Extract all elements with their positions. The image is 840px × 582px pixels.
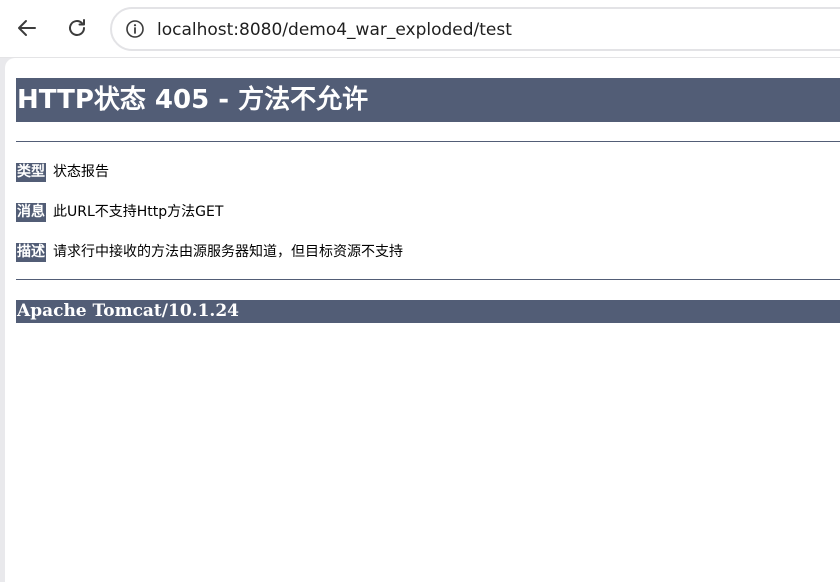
type-value: 状态报告 bbox=[53, 164, 109, 180]
info-icon bbox=[126, 20, 144, 38]
divider bbox=[16, 141, 840, 142]
site-info-button[interactable] bbox=[124, 18, 146, 40]
type-row: 类型 状态报告 bbox=[16, 162, 109, 182]
page-title: HTTP状态 405 - 方法不允许 bbox=[16, 78, 840, 122]
browser-toolbar: localhost:8080/demo4_war_exploded/test bbox=[0, 0, 840, 58]
message-row: 消息 此URL不支持Http方法GET bbox=[16, 202, 223, 222]
server-footer: Apache Tomcat/10.1.24 bbox=[16, 300, 840, 323]
back-button[interactable] bbox=[9, 10, 45, 46]
message-value: 此URL不支持Http方法GET bbox=[53, 204, 224, 220]
description-row: 描述 请求行中接收的方法由源服务器知道，但目标资源不支持 bbox=[16, 242, 403, 262]
description-value: 请求行中接收的方法由源服务器知道，但目标资源不支持 bbox=[53, 244, 403, 260]
divider bbox=[16, 279, 840, 280]
arrow-left-icon bbox=[18, 20, 36, 36]
message-label: 消息 bbox=[16, 202, 46, 222]
reload-button[interactable] bbox=[59, 10, 95, 46]
address-bar[interactable]: localhost:8080/demo4_war_exploded/test bbox=[110, 7, 840, 51]
description-label: 描述 bbox=[16, 242, 46, 262]
type-label: 类型 bbox=[16, 162, 46, 182]
url-text[interactable]: localhost:8080/demo4_war_exploded/test bbox=[157, 20, 512, 40]
reload-icon bbox=[69, 19, 85, 36]
page-viewport: HTTP状态 405 - 方法不允许 类型 状态报告 消息 此URL不支持Htt… bbox=[5, 58, 840, 582]
